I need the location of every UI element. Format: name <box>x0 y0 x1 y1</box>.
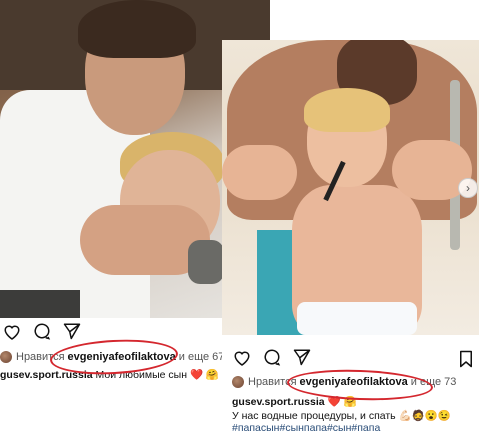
next-arrow-icon[interactable]: › <box>458 178 478 198</box>
right-likes-row: Нравится evgeniyafeofilaktova и еще 73 <box>232 376 456 388</box>
right-post-photo[interactable]: › <box>222 40 479 335</box>
left-caption: gusev.sport.russia Мои любимые сын ❤️ 🤗 <box>0 368 230 381</box>
left-likes-row: Нравится evgeniyafeofilaktova и еще 675 <box>0 351 231 363</box>
avatar[interactable] <box>232 376 244 388</box>
left-post-actions <box>2 321 82 341</box>
heart-icon[interactable] <box>2 321 22 341</box>
share-icon[interactable] <box>292 347 312 367</box>
photo-watch <box>188 240 224 284</box>
right-post-actions <box>232 347 312 367</box>
bookmark-icon[interactable] <box>456 349 476 369</box>
photo-bathtub <box>297 302 417 335</box>
avatar[interactable] <box>0 351 12 363</box>
likes-count[interactable]: и еще 73 <box>411 376 457 388</box>
liker-username[interactable]: evgeniyafeofilaktova <box>68 351 176 363</box>
photo-desk <box>0 290 80 318</box>
caption-emoji: ❤️ 🤗 <box>327 396 357 408</box>
comment-icon[interactable] <box>262 347 282 367</box>
heart-icon[interactable] <box>232 347 252 367</box>
caption-username[interactable]: gusev.sport.russia <box>0 369 93 381</box>
photo-kid-hair <box>304 88 390 132</box>
caption-emoji: 💪🏻🧔😮😉 <box>398 410 451 422</box>
photo-kid-left-arm <box>222 145 297 200</box>
photo-man-hair <box>78 0 196 58</box>
right-caption-line-2: У нас водные процедуры, и спать 💪🏻🧔😮😉 <box>232 409 451 422</box>
caption-text: Мои любимые сын <box>95 369 188 381</box>
caption-username[interactable]: gusev.sport.russia <box>232 396 325 408</box>
hashtags[interactable]: #папасын#сынпапа#сын#папа <box>232 422 380 434</box>
likes-prefix: Нравится <box>16 351 65 363</box>
right-caption-line-1: gusev.sport.russia ❤️ 🤗 <box>232 395 357 408</box>
likes-prefix: Нравится <box>248 376 297 388</box>
right-post: › Нравится evgeniyafeofilaktova и еще 73… <box>222 40 479 438</box>
comment-icon[interactable] <box>32 321 52 341</box>
caption-emoji: ❤️ 🤗 <box>189 369 220 381</box>
share-icon[interactable] <box>62 321 82 341</box>
liker-username[interactable]: evgeniyafeofilaktova <box>300 376 408 388</box>
caption-text: У нас водные процедуры, и спать <box>232 410 396 422</box>
